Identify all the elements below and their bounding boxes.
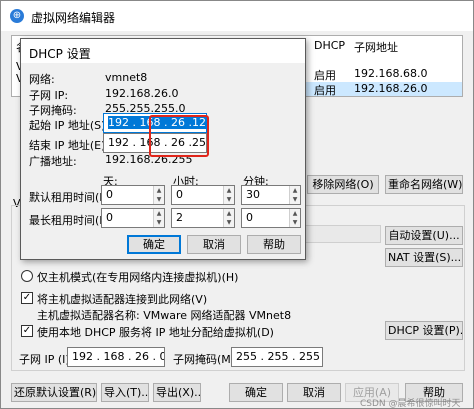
watermark: CSDN @晨希很惊叫时天 [360,399,461,409]
dhcp-ok-button[interactable]: 确定 [127,235,181,254]
adapter-name-label: 主机虚拟适配器名称: VMware 网络适配器 VMnet8 [37,309,292,322]
host-only-radio[interactable] [21,270,33,282]
subnet-mask-label: 子网掩码: [29,104,77,117]
network-value: vmnet8 [105,71,148,84]
rename-network-button[interactable]: 重命名网络(W) [385,175,463,194]
subnet-ip-label: 子网 IP (I): [19,353,74,366]
spin-arrows-icon[interactable]: ▲ ▼ [153,209,164,227]
subnet-mask-field[interactable]: 255 . 255 . 255 . 0 [231,347,323,367]
broadcast-label: 广播地址: [29,155,77,168]
table-header-dhcp: DHCP [314,39,346,52]
dhcp-help-button[interactable]: 帮助 [247,235,301,254]
start-ip-label: 起始 IP 地址(S): [29,119,110,132]
table-header-subnet: 子网地址 [354,41,398,54]
table-row-selected[interactable]: 启用 192.168.26.0 [302,82,462,97]
spin-arrows-icon[interactable]: ▲ ▼ [289,186,300,204]
spin-arrows-icon[interactable]: ▲ ▼ [153,186,164,204]
auto-settings-button[interactable]: 自动设置(U)... [385,226,463,245]
table-cell-dhcp: 启用 [314,84,336,97]
dhcp-cancel-button[interactable]: 取消 [187,235,241,254]
table-row[interactable]: 启用 192.168.68.0 [302,67,462,82]
nat-settings-button[interactable]: NAT 设置(S)... [385,248,463,267]
spin-arrows-icon[interactable]: ▲ ▼ [223,209,234,227]
main-window-title: 虚拟网络编辑器 [31,11,116,25]
main-cancel-button[interactable]: 取消 [287,383,341,402]
table-cell-subnet: 192.168.26.0 [354,82,428,95]
table-cell-subnet: 192.168.68.0 [354,67,428,80]
network-globe-icon: ⊕ [10,9,24,23]
subnet-ip-field[interactable]: 192 . 168 . 26 . 0 [67,347,165,367]
dhcp-dialog: DHCP 设置 网络: vmnet8 子网 IP: 192.168.26.0 子… [20,38,306,260]
remove-network-button[interactable]: 移除网络(O) [307,175,379,194]
table-cell-dhcp: 启用 [314,69,336,82]
host-only-label: 仅主机模式(在专用网络内连接虚拟机)(H) [37,271,239,284]
main-title-bar: ⊕ 虚拟网络编辑器 [1,1,473,31]
use-dhcp-label: 使用本地 DHCP 服务将 IP 地址分配给虚拟机(D) [37,326,274,339]
restore-defaults-button[interactable]: 还原默认设置(R) [11,383,97,402]
export-button[interactable]: 导出(X)... [153,383,201,402]
dhcp-title-bar: DHCP 设置 [21,39,305,63]
network-label: 网络: [29,73,55,86]
end-ip-label: 结束 IP 地址(E): [29,139,110,152]
subnet-mask-label: 子网掩码(M): [173,353,239,366]
subnet-ip-value: 192.168.26.0 [105,87,179,100]
connect-adapter-label: 将主机虚拟适配器连接到此网络(V) [37,293,208,306]
connect-adapter-checkbox[interactable]: ✓ [21,292,33,304]
import-button[interactable]: 导入(T)... [101,383,149,402]
subnet-ip-label: 子网 IP: [29,89,69,102]
spin-arrows-icon[interactable]: ▲ ▼ [289,209,300,227]
use-dhcp-checkbox[interactable]: ✓ [21,325,33,337]
main-ok-button[interactable]: 确定 [229,383,283,402]
dhcp-settings-button[interactable]: DHCP 设置(P)... [385,321,463,340]
spin-arrows-icon[interactable]: ▲ ▼ [223,186,234,204]
dhcp-dialog-title: DHCP 设置 [29,47,91,61]
highlight-box [149,115,209,157]
bridge-select[interactable] [301,225,381,243]
